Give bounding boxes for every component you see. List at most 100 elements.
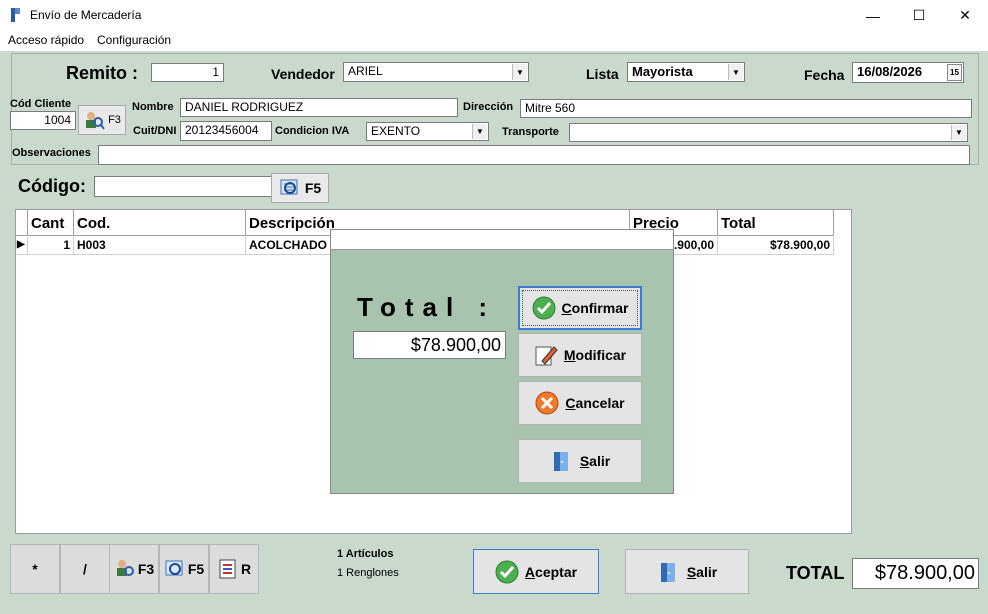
remito-label: Remito : [66, 63, 138, 83]
multiply-button[interactable]: * [10, 544, 60, 594]
modificar-button[interactable]: Modificar [518, 333, 642, 377]
column-header-cant[interactable]: Cant [28, 210, 74, 236]
transporte-select[interactable]: ▼ [569, 123, 968, 142]
maximize-icon: ☐ [912, 7, 926, 23]
cancel-icon [535, 391, 559, 415]
codigo-label: Código: [18, 176, 86, 196]
client-search-icon [86, 112, 105, 130]
grid-corner [16, 210, 28, 236]
maximize-button[interactable]: ☐ [896, 0, 942, 31]
aceptar-label: ceptar [535, 563, 578, 580]
chevron-down-icon[interactable]: ▼ [512, 64, 527, 80]
cancelar-button[interactable]: Cancelar [518, 381, 642, 425]
close-button[interactable]: ✕ [942, 0, 988, 31]
cod-cliente-input[interactable]: 1004 [10, 111, 76, 130]
f5-label: F5 [304, 180, 322, 196]
cancelar-hotkey: C [565, 395, 576, 411]
chevron-down-icon[interactable]: ▼ [472, 124, 487, 139]
confirm-dialog: Total : $78.900,00 Confirmar Modificar C… [330, 229, 674, 494]
lista-select[interactable]: Mayorista ▼ [627, 62, 745, 82]
cuit-label: Cuit/DNI [133, 125, 177, 137]
observaciones-input[interactable] [98, 145, 970, 165]
minimize-button[interactable]: — [850, 0, 896, 31]
vendedor-select[interactable]: ARIEL ▼ [343, 62, 529, 82]
confirmar-button[interactable]: Confirmar [518, 286, 642, 330]
close-icon: ✕ [959, 7, 971, 23]
product-search-icon [280, 179, 298, 195]
f3-label: F3 [137, 561, 155, 577]
menu-configuracion[interactable]: Configuración [97, 33, 171, 47]
condicion-iva-label: Condicion IVA [275, 125, 350, 137]
product-search-f5-button[interactable]: F5 [159, 544, 209, 594]
client-search-icon [116, 560, 134, 576]
total-label: TOTAL [786, 563, 845, 583]
check-icon [495, 560, 519, 583]
total-value: $78.900,00 [852, 558, 979, 589]
minimize-icon: — [866, 7, 880, 24]
calendar-icon[interactable]: 15 [947, 64, 962, 81]
app-icon [10, 8, 22, 22]
search-product-button[interactable]: F5 [271, 173, 329, 203]
dialog-total-label: Total : [357, 292, 497, 322]
divide-label: / [83, 561, 87, 577]
exit-door-icon [660, 562, 675, 582]
confirmar-label: onfirmar [571, 300, 629, 316]
cuit-input[interactable]: 20123456004 [180, 121, 272, 141]
direccion-label: Dirección [463, 101, 514, 113]
f3-label: F3 [108, 114, 121, 126]
multiply-label: * [32, 561, 38, 577]
edit-icon [535, 346, 558, 366]
client-search-f3-button[interactable]: F3 [109, 544, 159, 594]
condicion-iva-value: EXENTO [371, 124, 421, 138]
cell-total[interactable]: $78.900,00 [718, 237, 834, 255]
exit-door-icon [553, 452, 568, 471]
salir-hotkey: S [686, 563, 697, 580]
divide-button[interactable]: / [60, 544, 110, 594]
transporte-label: Transporte [502, 126, 559, 138]
salir-button[interactable]: Salir [625, 549, 749, 594]
column-header-cod[interactable]: Cod. [74, 210, 246, 236]
nombre-input[interactable]: DANIEL RODRIGUEZ [180, 98, 458, 117]
nombre-label: Nombre [132, 101, 174, 113]
window-title: Envío de Mercadería [30, 8, 142, 22]
modificar-hotkey: M [563, 347, 576, 363]
chevron-down-icon[interactable]: ▼ [728, 64, 743, 80]
lista-label: Lista [586, 66, 619, 82]
fecha-label: Fecha [804, 67, 845, 83]
cell-cod[interactable]: H003 [74, 237, 246, 255]
fecha-value: 16/08/2026 [857, 64, 923, 79]
remito-input[interactable]: 1 [151, 63, 224, 82]
codigo-input[interactable] [94, 176, 272, 197]
column-header-total[interactable]: Total [718, 210, 834, 236]
menu-acceso-rapido[interactable]: Acceso rápido [8, 33, 84, 47]
cancelar-label: ancelar [575, 395, 625, 411]
renglones-count: 1 Renglones [337, 567, 399, 579]
dialog-caption-bar [331, 230, 673, 250]
dialog-salir-button[interactable]: Salir [518, 439, 642, 483]
articulos-count: 1 Artículos [337, 548, 394, 560]
vendedor-label: Vendedor [271, 66, 335, 82]
cod-cliente-label: Cód Cliente [10, 98, 72, 110]
observaciones-label: Observaciones [12, 147, 91, 159]
salir-label: alir [696, 563, 718, 580]
title-bar [0, 0, 988, 31]
dialog-salir-hotkey: S [579, 453, 590, 469]
aceptar-button[interactable]: Aceptar [473, 549, 599, 594]
product-search-icon [165, 560, 183, 576]
check-icon [532, 296, 556, 320]
chevron-down-icon[interactable]: ▼ [951, 125, 966, 140]
condicion-iva-select[interactable]: EXENTO ▼ [366, 122, 489, 141]
fecha-input[interactable]: 16/08/2026 15 [852, 62, 964, 83]
cell-cant[interactable]: 1 [28, 237, 74, 255]
list-icon [219, 559, 236, 579]
modificar-label: odificar [575, 347, 627, 363]
dialog-total-value: $78.900,00 [353, 331, 506, 359]
search-client-button[interactable]: F3 [78, 105, 126, 135]
vendedor-value: ARIEL [348, 64, 383, 78]
list-r-button[interactable]: R [209, 544, 259, 594]
aceptar-hotkey: A [524, 563, 536, 580]
confirmar-hotkey: C [561, 300, 572, 316]
direccion-input[interactable]: Mitre 560 [520, 99, 972, 118]
lista-value: Mayorista [632, 64, 693, 79]
r-label: R [240, 561, 252, 577]
